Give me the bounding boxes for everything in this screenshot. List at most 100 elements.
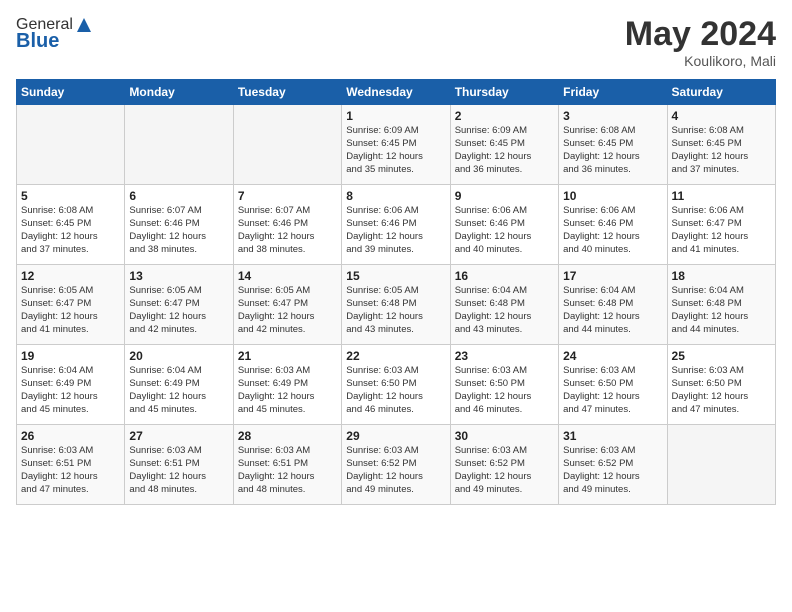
day-info: Sunrise: 6:05 AM Sunset: 6:48 PM Dayligh… bbox=[346, 285, 445, 336]
cell-w5-d2: 28 Sunrise: 6:03 AM Sunset: 6:51 PM Dayli… bbox=[233, 425, 341, 505]
cell-w1-d5: 3 Sunrise: 6:08 AM Sunset: 6:45 PM Daylig… bbox=[559, 105, 667, 185]
day-info: Sunrise: 6:05 AM Sunset: 6:47 PM Dayligh… bbox=[129, 285, 228, 336]
day-info: Sunrise: 6:04 AM Sunset: 6:49 PM Dayligh… bbox=[21, 365, 120, 416]
day-info: Sunrise: 6:03 AM Sunset: 6:51 PM Dayligh… bbox=[21, 445, 120, 496]
week-row-4: 19 Sunrise: 6:04 AM Sunset: 6:49 PM Dayli… bbox=[17, 345, 776, 425]
col-sunday: Sunday bbox=[17, 80, 125, 105]
cell-w2-d5: 10 Sunrise: 6:06 AM Sunset: 6:46 PM Dayli… bbox=[559, 185, 667, 265]
calendar-table: Sunday Monday Tuesday Wednesday Thursday… bbox=[16, 79, 776, 505]
day-info: Sunrise: 6:08 AM Sunset: 6:45 PM Dayligh… bbox=[563, 125, 662, 176]
day-info: Sunrise: 6:03 AM Sunset: 6:50 PM Dayligh… bbox=[346, 365, 445, 416]
day-info: Sunrise: 6:03 AM Sunset: 6:52 PM Dayligh… bbox=[455, 445, 554, 496]
cell-w3-d2: 14Sunrise: 6:05 AM Sunset: 6:47 PM Dayli… bbox=[233, 265, 341, 345]
cell-w2-d2: 7 Sunrise: 6:07 AM Sunset: 6:46 PM Daylig… bbox=[233, 185, 341, 265]
day-info: Sunrise: 6:03 AM Sunset: 6:51 PM Dayligh… bbox=[129, 445, 228, 496]
cell-w2-d6: 11 Sunrise: 6:06 AM Sunset: 6:47 PM Dayli… bbox=[667, 185, 775, 265]
day-number: 13 bbox=[129, 269, 228, 283]
day-number: 8 bbox=[346, 189, 445, 203]
week-row-3: 12 Sunrise: 6:05 AM Sunset: 6:47 PM Dayli… bbox=[17, 265, 776, 345]
day-number: 22 bbox=[346, 349, 445, 363]
day-info: Sunrise: 6:03 AM Sunset: 6:50 PM Dayligh… bbox=[455, 365, 554, 416]
calendar-subtitle: Koulikoro, Mali bbox=[625, 53, 776, 69]
cell-w4-d4: 23 Sunrise: 6:03 AM Sunset: 6:50 PM Dayli… bbox=[450, 345, 558, 425]
day-info: Sunrise: 6:07 AM Sunset: 6:46 PM Dayligh… bbox=[129, 205, 228, 256]
day-info: Sunrise: 6:06 AM Sunset: 6:46 PM Dayligh… bbox=[563, 205, 662, 256]
cell-w3-d6: 18Sunrise: 6:04 AM Sunset: 6:48 PM Dayli… bbox=[667, 265, 775, 345]
day-number: 30 bbox=[455, 429, 554, 443]
day-number: 28 bbox=[238, 429, 337, 443]
day-info: Sunrise: 6:03 AM Sunset: 6:50 PM Dayligh… bbox=[563, 365, 662, 416]
day-number: 17 bbox=[563, 269, 662, 283]
day-number: 2 bbox=[455, 109, 554, 123]
cell-w4-d6: 25 Sunrise: 6:03 AM Sunset: 6:50 PM Dayli… bbox=[667, 345, 775, 425]
day-info: Sunrise: 6:09 AM Sunset: 6:45 PM Dayligh… bbox=[346, 125, 445, 176]
day-number: 7 bbox=[238, 189, 337, 203]
cell-w1-d1 bbox=[125, 105, 233, 185]
cell-w4-d5: 24Sunrise: 6:03 AM Sunset: 6:50 PM Dayli… bbox=[559, 345, 667, 425]
day-info: Sunrise: 6:03 AM Sunset: 6:51 PM Dayligh… bbox=[238, 445, 337, 496]
cell-w1-d2 bbox=[233, 105, 341, 185]
cell-w3-d1: 13 Sunrise: 6:05 AM Sunset: 6:47 PM Dayli… bbox=[125, 265, 233, 345]
cell-w5-d6 bbox=[667, 425, 775, 505]
day-info: Sunrise: 6:06 AM Sunset: 6:47 PM Dayligh… bbox=[672, 205, 771, 256]
cell-w5-d4: 30 Sunrise: 6:03 AM Sunset: 6:52 PM Dayli… bbox=[450, 425, 558, 505]
cell-w1-d4: 2 Sunrise: 6:09 AM Sunset: 6:45 PM Daylig… bbox=[450, 105, 558, 185]
day-number: 25 bbox=[672, 349, 771, 363]
day-number: 10 bbox=[563, 189, 662, 203]
cell-w5-d3: 29 Sunrise: 6:03 AM Sunset: 6:52 PM Dayli… bbox=[342, 425, 450, 505]
day-number: 15 bbox=[346, 269, 445, 283]
col-wednesday: Wednesday bbox=[342, 80, 450, 105]
day-info: Sunrise: 6:04 AM Sunset: 6:48 PM Dayligh… bbox=[563, 285, 662, 336]
cell-w3-d3: 15 Sunrise: 6:05 AM Sunset: 6:48 PM Dayli… bbox=[342, 265, 450, 345]
day-number: 5 bbox=[21, 189, 120, 203]
day-number: 3 bbox=[563, 109, 662, 123]
day-number: 18 bbox=[672, 269, 771, 283]
day-info: Sunrise: 6:03 AM Sunset: 6:52 PM Dayligh… bbox=[563, 445, 662, 496]
day-number: 6 bbox=[129, 189, 228, 203]
day-number: 11 bbox=[672, 189, 771, 203]
day-number: 14 bbox=[238, 269, 337, 283]
cell-w4-d3: 22 Sunrise: 6:03 AM Sunset: 6:50 PM Dayli… bbox=[342, 345, 450, 425]
day-number: 27 bbox=[129, 429, 228, 443]
day-info: Sunrise: 6:05 AM Sunset: 6:47 PM Dayligh… bbox=[21, 285, 120, 336]
day-info: Sunrise: 6:03 AM Sunset: 6:52 PM Dayligh… bbox=[346, 445, 445, 496]
cell-w4-d1: 20 Sunrise: 6:04 AM Sunset: 6:49 PM Dayli… bbox=[125, 345, 233, 425]
day-number: 1 bbox=[346, 109, 445, 123]
day-number: 29 bbox=[346, 429, 445, 443]
col-thursday: Thursday bbox=[450, 80, 558, 105]
calendar-title: May 2024 bbox=[625, 16, 776, 53]
day-number: 12 bbox=[21, 269, 120, 283]
day-info: Sunrise: 6:04 AM Sunset: 6:48 PM Dayligh… bbox=[455, 285, 554, 336]
col-saturday: Saturday bbox=[667, 80, 775, 105]
calendar-header-row: Sunday Monday Tuesday Wednesday Thursday… bbox=[17, 80, 776, 105]
cell-w1-d6: 4Sunrise: 6:08 AM Sunset: 6:45 PM Daylig… bbox=[667, 105, 775, 185]
header: General Blue May 2024 Koulikoro, Mali bbox=[16, 16, 776, 69]
week-row-5: 26Sunrise: 6:03 AM Sunset: 6:51 PM Dayli… bbox=[17, 425, 776, 505]
day-number: 9 bbox=[455, 189, 554, 203]
page: General Blue May 2024 Koulikoro, Mali Su… bbox=[0, 0, 792, 612]
day-number: 19 bbox=[21, 349, 120, 363]
cell-w1-d3: 1 Sunrise: 6:09 AM Sunset: 6:45 PM Daylig… bbox=[342, 105, 450, 185]
logo-icon bbox=[75, 16, 93, 34]
cell-w2-d4: 9Sunrise: 6:06 AM Sunset: 6:46 PM Daylig… bbox=[450, 185, 558, 265]
day-info: Sunrise: 6:03 AM Sunset: 6:50 PM Dayligh… bbox=[672, 365, 771, 416]
cell-w2-d1: 6 Sunrise: 6:07 AM Sunset: 6:46 PM Daylig… bbox=[125, 185, 233, 265]
col-monday: Monday bbox=[125, 80, 233, 105]
day-info: Sunrise: 6:09 AM Sunset: 6:45 PM Dayligh… bbox=[455, 125, 554, 176]
week-row-2: 5 Sunrise: 6:08 AM Sunset: 6:45 PM Daylig… bbox=[17, 185, 776, 265]
title-block: May 2024 Koulikoro, Mali bbox=[625, 16, 776, 69]
cell-w4-d0: 19 Sunrise: 6:04 AM Sunset: 6:49 PM Dayli… bbox=[17, 345, 125, 425]
day-info: Sunrise: 6:08 AM Sunset: 6:45 PM Dayligh… bbox=[21, 205, 120, 256]
day-info: Sunrise: 6:08 AM Sunset: 6:45 PM Dayligh… bbox=[672, 125, 771, 176]
day-number: 16 bbox=[455, 269, 554, 283]
cell-w1-d0 bbox=[17, 105, 125, 185]
day-info: Sunrise: 6:07 AM Sunset: 6:46 PM Dayligh… bbox=[238, 205, 337, 256]
day-number: 23 bbox=[455, 349, 554, 363]
day-info: Sunrise: 6:03 AM Sunset: 6:49 PM Dayligh… bbox=[238, 365, 337, 416]
day-number: 20 bbox=[129, 349, 228, 363]
week-row-1: 1 Sunrise: 6:09 AM Sunset: 6:45 PM Daylig… bbox=[17, 105, 776, 185]
col-friday: Friday bbox=[559, 80, 667, 105]
day-info: Sunrise: 6:04 AM Sunset: 6:49 PM Dayligh… bbox=[129, 365, 228, 416]
cell-w2-d0: 5 Sunrise: 6:08 AM Sunset: 6:45 PM Daylig… bbox=[17, 185, 125, 265]
cell-w5-d0: 26Sunrise: 6:03 AM Sunset: 6:51 PM Dayli… bbox=[17, 425, 125, 505]
